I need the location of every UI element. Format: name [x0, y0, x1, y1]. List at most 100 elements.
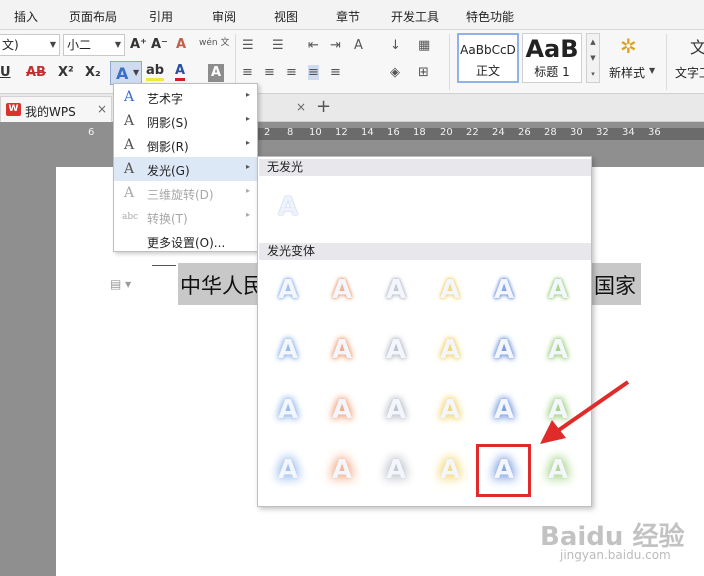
menu-item-label: 三维旋转(D) — [147, 188, 214, 202]
glow-variant-option[interactable]: A — [538, 450, 578, 490]
glow-variant-option[interactable]: A — [376, 390, 416, 430]
shrink-font-button[interactable]: A⁻ — [151, 36, 168, 54]
subscript-button[interactable]: X₂ — [85, 64, 101, 82]
tab-review[interactable]: 审阅 — [212, 8, 236, 25]
ribbon-toolbar: 文) ▼ 小二 ▼ A⁺ A⁻ A wén 文 U AB X² X₂ A ▼ a… — [0, 30, 704, 94]
glow-variant-option[interactable]: A — [430, 450, 470, 490]
tab-page-layout[interactable]: 页面布局 — [69, 8, 117, 25]
no-glow-option[interactable]: A — [268, 187, 308, 227]
text-direction-icon[interactable]: A — [354, 38, 363, 53]
decrease-indent-icon[interactable]: ⇤ — [308, 38, 319, 53]
text-tool-button[interactable]: 文字工 — [675, 64, 704, 81]
sort-icon[interactable]: ↓ — [390, 38, 401, 53]
char-shading-button[interactable]: A — [208, 64, 225, 82]
glow-variant-option[interactable]: A — [484, 330, 524, 370]
superscript-button[interactable]: X² — [58, 64, 74, 82]
align-right-icon[interactable]: ≡ — [286, 65, 297, 80]
font-name-combo[interactable]: 文) ▼ — [0, 34, 60, 56]
paragraph-layout-icon[interactable]: ▤ ▾ — [110, 277, 131, 291]
clear-format-button[interactable]: A — [176, 36, 186, 54]
ruler-number: 18 — [413, 127, 426, 138]
tab-view[interactable]: 视图 — [274, 8, 298, 25]
glow-variant-option[interactable]: A — [268, 390, 308, 430]
new-style-button[interactable]: 新样式 — [609, 64, 645, 81]
glow-variant-option[interactable]: A — [268, 330, 308, 370]
style-label: 正文 — [475, 64, 500, 78]
rotation-3d-icon: A — [124, 185, 135, 201]
no-glow-header: 无发光 — [259, 159, 591, 176]
chevron-right-icon: ▸ — [245, 114, 250, 123]
tab-references[interactable]: 引用 — [149, 8, 173, 25]
font-color-button[interactable]: A — [175, 64, 186, 81]
document-text[interactable]: 国家 — [594, 270, 636, 300]
menu-item-shadow[interactable]: A 阴影(S) ▸ — [114, 109, 257, 133]
ruler-number: 30 — [570, 127, 583, 138]
ruler-number: 28 — [544, 127, 557, 138]
paint-bucket-icon[interactable]: ◈ — [390, 65, 400, 80]
menu-item-more-settings[interactable]: 更多设置(O)... — [114, 229, 257, 253]
glow-variant-option[interactable]: A — [376, 270, 416, 310]
menu-item-glow[interactable]: A 发光(G) ▸ — [114, 157, 257, 181]
glow-variant-option[interactable]: A — [538, 270, 578, 310]
tab-developer[interactable]: 开发工具 — [391, 8, 439, 25]
ruler-number: 16 — [387, 127, 400, 138]
glow-variant-option[interactable]: A — [268, 270, 308, 310]
glow-variant-option[interactable]: A — [430, 390, 470, 430]
tab-my-wps[interactable]: W 我的WPS × — [0, 96, 112, 122]
numbered-list-icon[interactable]: ☰ — [272, 38, 284, 53]
glow-variant-option[interactable]: A — [376, 330, 416, 370]
menu-item-transform: abc 转换(T) ▸ — [114, 205, 257, 229]
phonetic-guide-button[interactable]: wén 文 — [199, 34, 229, 52]
glow-variant-option[interactable]: A — [538, 330, 578, 370]
highlight-button[interactable]: ab — [146, 64, 165, 81]
glow-variants-header: 发光变体 — [259, 243, 591, 260]
bullet-list-icon[interactable]: ☰ — [242, 38, 254, 53]
menu-item-word-art[interactable]: A 艺术字 ▸ — [114, 85, 257, 109]
word-art-icon: A — [124, 89, 135, 105]
font-size-combo[interactable]: 小二 ▼ — [63, 34, 125, 56]
justify-icon[interactable]: ≡ — [308, 65, 319, 80]
chevron-down-icon: ▼ — [649, 66, 656, 75]
style-heading-1[interactable]: AaB 标题 1 — [522, 33, 582, 83]
style-gallery-scroll[interactable]: ▲ ▼ ▾ — [586, 33, 600, 83]
tab-insert[interactable]: 插入 — [14, 8, 38, 25]
ruler-number: 34 — [622, 127, 635, 138]
glow-variant-option[interactable]: A — [484, 390, 524, 430]
align-center-icon[interactable]: ≡ — [264, 65, 275, 80]
glow-variant-option[interactable]: A — [322, 450, 362, 490]
ribbon-tab-bar: 插入 页面布局 引用 审阅 视图 章节 开发工具 特色功能 — [0, 0, 704, 30]
glow-variant-option[interactable]: A — [322, 270, 362, 310]
ruler-band — [258, 128, 704, 140]
menu-item-reflection[interactable]: A 倒影(R) ▸ — [114, 133, 257, 157]
align-left-icon[interactable]: ≡ — [242, 65, 253, 80]
tab-special-features[interactable]: 特色功能 — [466, 8, 514, 25]
underline-button[interactable]: U — [0, 64, 11, 82]
borders-icon[interactable]: ⊞ — [418, 65, 429, 80]
style-normal[interactable]: AaBbCcD 正文 — [457, 33, 519, 83]
watermark-url: jingyan.baidu.com — [560, 548, 671, 562]
glow-variant-option[interactable]: A — [484, 270, 524, 310]
glow-variant-option[interactable]: A — [322, 390, 362, 430]
new-tab-button[interactable]: + — [316, 96, 331, 117]
glow-variant-option[interactable]: A — [430, 270, 470, 310]
grow-font-button[interactable]: A⁺ — [130, 36, 147, 54]
ruler-number: 24 — [492, 127, 505, 138]
glow-variant-option[interactable]: A — [538, 390, 578, 430]
ruler-number: 6 — [88, 127, 95, 138]
table-icon[interactable]: ▦ — [418, 38, 430, 53]
glow-variant-option[interactable]: A — [322, 330, 362, 370]
distributed-icon[interactable]: ≡ — [330, 65, 341, 80]
strikethrough-button[interactable]: AB — [26, 64, 46, 82]
glow-variant-option[interactable]: A — [376, 450, 416, 490]
document-text[interactable]: 中华人民 — [180, 270, 264, 300]
glow-variant-option[interactable]: A — [430, 330, 470, 370]
ruler-number: 26 — [518, 127, 531, 138]
text-effect-button[interactable]: A ▼ — [110, 61, 142, 85]
increase-indent-icon[interactable]: ⇥ — [330, 38, 341, 53]
tab-chapter[interactable]: 章节 — [336, 8, 360, 25]
close-icon[interactable]: × — [97, 102, 107, 116]
glow-variant-option[interactable]: A — [268, 450, 308, 490]
close-icon[interactable]: × — [296, 100, 306, 114]
chevron-right-icon: ▸ — [245, 138, 250, 147]
chevron-right-icon: ▸ — [245, 90, 250, 99]
